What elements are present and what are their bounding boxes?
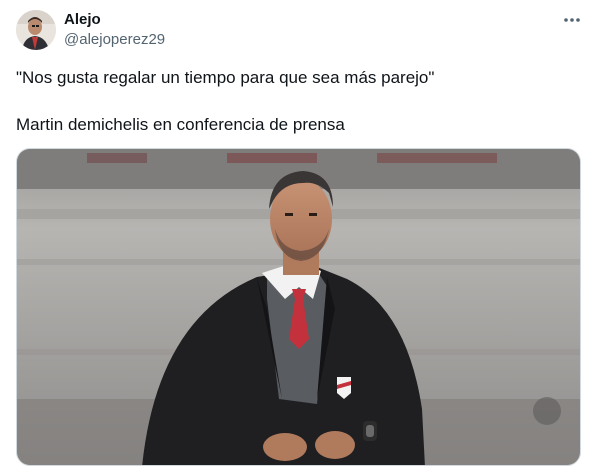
photo-image: [17, 149, 580, 465]
more-horizontal-icon: [564, 18, 580, 22]
author-avatar[interactable]: [16, 10, 56, 50]
more-options-button[interactable]: [560, 10, 584, 30]
tweet: Alejo @alejoperez29 "Nos gusta regalar u…: [0, 0, 593, 476]
author-name[interactable]: Alejo: [64, 11, 101, 29]
tweet-text-quote: "Nos gusta regalar un tiempo para que se…: [16, 68, 435, 87]
author-handle[interactable]: @alejoperez29: [64, 31, 165, 49]
tweet-photo[interactable]: [16, 148, 581, 466]
user-avatar-icon: [16, 10, 56, 50]
tweet-text-caption: Martin demichelis en conferencia de pren…: [16, 115, 345, 134]
